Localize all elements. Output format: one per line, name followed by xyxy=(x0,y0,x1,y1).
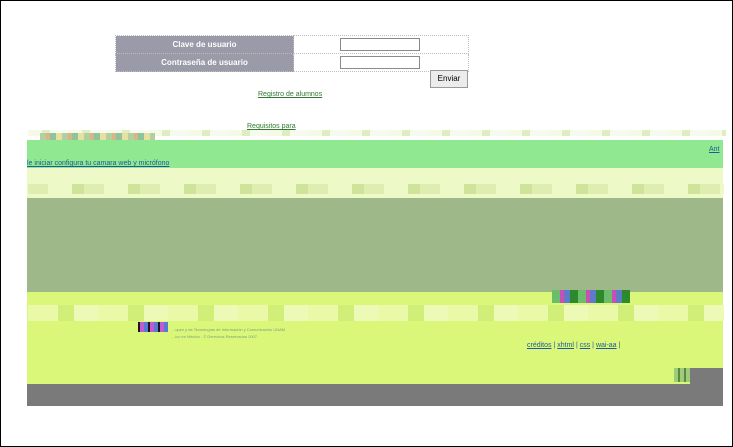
user-label: Clave de usuario xyxy=(115,35,294,54)
separator: | xyxy=(618,342,621,349)
color-glitch xyxy=(552,290,630,303)
user-input[interactable] xyxy=(340,38,420,51)
logo-glitch xyxy=(138,322,168,332)
login-form: Clave de usuario Contraseña de usuario xyxy=(115,35,469,72)
right-link[interactable]: Ant xyxy=(709,146,720,153)
credits-line: ...quez y de Tecnologías de Información … xyxy=(172,327,286,332)
submit-button[interactable]: Enviar xyxy=(430,70,468,88)
rights-line: ...ico en México - © Derechos Reservados… xyxy=(172,334,257,339)
separator: | xyxy=(553,342,556,349)
password-label: Contraseña de usuario xyxy=(115,53,294,72)
lime-glitch-top xyxy=(28,305,724,321)
separator: | xyxy=(592,342,594,349)
requisitos-link[interactable]: Requisitos para xyxy=(247,123,296,130)
corner-glitch xyxy=(674,368,690,382)
credits-link[interactable]: créditos xyxy=(527,342,552,349)
bottom-band-right xyxy=(690,368,723,384)
wai-aa-link[interactable]: wai-aa xyxy=(596,342,617,349)
camera-notice[interactable]: le iniciar configura tu camara web y mic… xyxy=(27,160,169,167)
xhtml-link[interactable]: xhtml xyxy=(557,342,574,349)
bottom-band xyxy=(27,384,723,406)
password-input[interactable] xyxy=(340,56,420,69)
registro-link[interactable]: Registro de alumnos xyxy=(258,91,322,98)
separator: | xyxy=(575,342,578,349)
content-band xyxy=(27,198,723,292)
pale-glitch xyxy=(28,184,724,194)
footer-nav: créditos | xhtml | css | wai-aa | xyxy=(527,342,620,349)
css-link[interactable]: css xyxy=(580,342,591,349)
